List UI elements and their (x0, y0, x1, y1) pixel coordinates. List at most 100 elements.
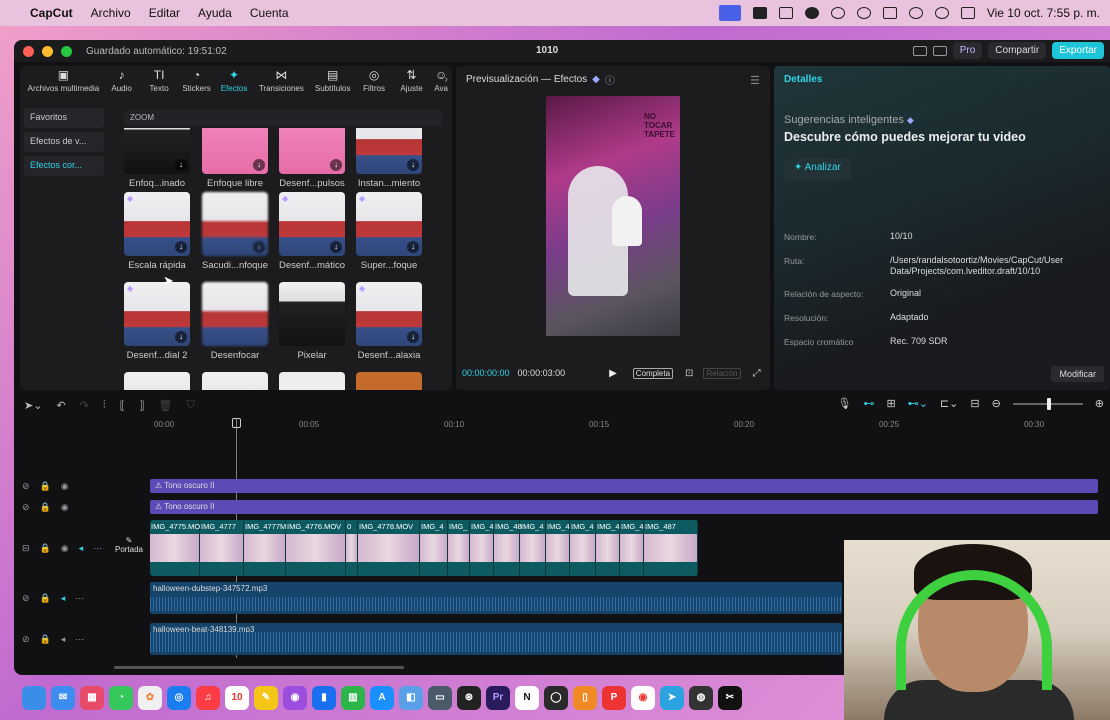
play-icon[interactable] (856, 7, 871, 19)
lock-icon[interactable]: 🔒 (40, 481, 51, 495)
tab-adjust[interactable]: ⇅ Ajuste (393, 68, 430, 98)
effect-card[interactable]: Desenfocar (202, 282, 268, 361)
effect-clip[interactable]: ⚠ Tono oscuro II (150, 479, 1098, 493)
calendar-icon[interactable]: 10 (225, 686, 249, 710)
download-icon[interactable]: ↓ (407, 241, 419, 253)
full-quality-button[interactable]: Completa (632, 367, 674, 379)
tab-subtitles[interactable]: ▤ Subtítulos (310, 68, 355, 98)
download-icon[interactable]: ↓ (407, 331, 419, 343)
effect-card[interactable] (279, 372, 345, 390)
main-video-track[interactable]: IMG_4775.MO IMG_4777 IMG_4777M IMG_4776.… (150, 520, 698, 576)
fullscreen-icon[interactable]: ⤢ (753, 368, 761, 379)
download-icon[interactable]: ↓ (330, 241, 342, 253)
zoom-window-button[interactable] (61, 45, 72, 57)
menu-editar[interactable]: Editar (149, 6, 180, 20)
snap-icon[interactable]: ⊞ (886, 397, 895, 410)
lock-icon[interactable]: 🔒 (40, 634, 51, 648)
tab-effects[interactable]: ✦ Efectos (215, 68, 252, 98)
counter-icon[interactable] (804, 7, 819, 19)
battery-icon[interactable] (882, 7, 897, 19)
effect-card[interactable]: ◆ ↓ Escala rápida (124, 192, 190, 271)
messages-icon[interactable]: ◔ (109, 686, 133, 710)
eye-icon[interactable]: ◉ (61, 543, 69, 557)
video-clip[interactable]: IMG_4777M (244, 520, 286, 576)
audio-icon[interactable]: ◂ (61, 593, 66, 607)
premiere-icon[interactable]: Pr (486, 686, 510, 710)
tab-avatar[interactable]: ☺ Ava (430, 68, 452, 98)
quicktime-icon[interactable]: ◯ (544, 686, 568, 710)
video-clip[interactable]: IMG_4 (546, 520, 570, 576)
sidebar-item-favorites[interactable]: Favoritos (24, 108, 104, 128)
download-icon[interactable]: ↓ (407, 159, 419, 171)
finder-icon[interactable] (22, 686, 46, 710)
timeline-ruler[interactable]: 00:00 00:05 00:10 00:15 00:20 00:25 00:3… (154, 418, 1110, 432)
sidebar-item-body-effects[interactable]: Efectos cor... (24, 156, 104, 176)
effect-card[interactable] (124, 372, 190, 390)
effect-card[interactable] (202, 372, 268, 390)
screenshot-icon[interactable]: ⊡ (685, 368, 693, 379)
select-tool-icon[interactable]: ➤⌄ (24, 399, 42, 412)
menu-cuenta[interactable]: Cuenta (250, 6, 289, 20)
video-clip[interactable]: IMG_4776.MOV (286, 520, 346, 576)
effect-card[interactable]: ◆ ↓ Desenf...mático (279, 192, 345, 271)
zoom-out-icon[interactable]: ⊖ (992, 397, 1001, 410)
tab-media[interactable]: ▣ Archivos multimedia (24, 68, 103, 98)
download-icon[interactable]: ↓ (175, 331, 187, 343)
download-icon[interactable]: ↓ (253, 159, 265, 171)
photos-icon[interactable]: ✿ (138, 686, 162, 710)
download-icon[interactable]: ↓ (330, 159, 342, 171)
eye-icon[interactable]: ◉ (61, 481, 69, 495)
export-button[interactable]: Exportar (1052, 42, 1104, 59)
timeline-scrollbar[interactable] (114, 666, 404, 669)
modify-button[interactable]: Modificar (1051, 366, 1104, 382)
cover-button[interactable]: ✎ Portada (114, 536, 144, 554)
video-clip[interactable]: 0 (346, 520, 358, 576)
info-icon[interactable]: ⓘ (605, 72, 615, 87)
tab-filters[interactable]: ◎ Filtros (355, 68, 392, 98)
podcasts-icon[interactable]: ◉ (283, 686, 307, 710)
video-clip[interactable]: IMG_4 (570, 520, 596, 576)
control-center-icon[interactable] (960, 7, 975, 19)
effect-card[interactable]: ◆ ↓ Desenf...dial 2 (124, 282, 190, 361)
sidebar-item-video-effects[interactable]: Efectos de v... (24, 132, 104, 152)
airdrop-icon[interactable] (830, 7, 845, 19)
video-clip[interactable]: IMG_4 (596, 520, 620, 576)
video-clip[interactable]: IMG_4 (620, 520, 644, 576)
hide-icon[interactable]: ⊘ (22, 593, 30, 607)
lock-icon[interactable]: 🔒 (40, 593, 51, 607)
effect-card[interactable] (356, 372, 422, 390)
zoom-slider-handle[interactable] (1046, 397, 1051, 410)
download-icon[interactable]: ↓ (175, 159, 187, 171)
video-clip[interactable]: IMG_487 (644, 520, 698, 576)
tab-stickers[interactable]: ◔ Stickers (178, 68, 215, 98)
video-clip[interactable]: IMG_ (448, 520, 470, 576)
trim-left-icon[interactable]: ⟦ (120, 399, 125, 412)
ratio-button[interactable]: Relación (703, 367, 741, 379)
video-clip[interactable]: IMG_4775.MO (150, 520, 200, 576)
pages-icon[interactable]: ▯ (573, 686, 597, 710)
more-icon[interactable]: ⋯ (93, 543, 102, 557)
preview-icon[interactable]: ◧ (399, 686, 423, 710)
lock-icon[interactable]: 🔒 (40, 543, 51, 557)
tab-transitions[interactable]: ⋈ Transiciones (253, 68, 310, 98)
chatgpt-icon[interactable]: ⊛ (457, 686, 481, 710)
effect-card[interactable]: ◆ ↓ Super...foque (356, 192, 422, 271)
shield-icon[interactable]: ⛉ (187, 399, 195, 412)
menu-ayuda[interactable]: Ayuda (198, 6, 232, 20)
pdf-icon[interactable] (752, 7, 767, 19)
undo-icon[interactable]: ↶ (56, 399, 65, 412)
hide-icon[interactable]: ⊘ (22, 634, 30, 648)
layout-icon[interactable] (912, 45, 927, 56)
appstore-icon[interactable]: A (370, 686, 394, 710)
effect-card[interactable]: ↓ Instan...miento (356, 128, 422, 189)
chevron-right-icon[interactable]: › (445, 74, 448, 85)
fit-icon[interactable]: ⊟ (970, 397, 979, 410)
delete-icon[interactable]: 🗑 (159, 399, 173, 412)
effect-card[interactable]: Pixelar (279, 282, 345, 361)
redo-icon[interactable]: ↷ (80, 399, 89, 412)
notion-icon[interactable] (778, 7, 793, 19)
download-icon[interactable]: ↓ (253, 241, 265, 253)
split-icon[interactable]: ⫶ (103, 399, 106, 412)
hide-icon[interactable]: ⊟ (22, 543, 30, 557)
launchpad-icon[interactable]: ▦ (80, 686, 104, 710)
